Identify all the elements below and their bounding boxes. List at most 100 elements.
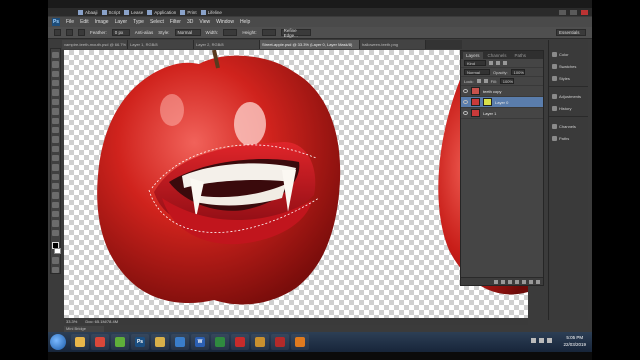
lock-pixels-icon[interactable] xyxy=(476,79,481,83)
network-icon[interactable] xyxy=(531,338,536,343)
layer-row[interactable]: teeth copy xyxy=(461,86,543,97)
marquee-tool-icon[interactable] xyxy=(54,29,61,36)
type-tool-icon[interactable] xyxy=(52,192,59,199)
bookmark-item[interactable]: Script xyxy=(101,9,120,15)
menu-view[interactable]: View xyxy=(199,19,210,25)
layer-mask-thumbnail[interactable] xyxy=(483,98,492,106)
menu-3d[interactable]: 3D xyxy=(187,19,193,25)
doc-tab-active[interactable]: Street-apple.psd @ 33.3% (Layer 0, Layer… xyxy=(260,40,360,49)
bookmark-item[interactable]: Print xyxy=(180,9,197,15)
new-group-icon[interactable] xyxy=(522,279,526,284)
lock-position-icon[interactable] xyxy=(483,79,488,83)
style-select[interactable]: Normal xyxy=(174,29,201,36)
brush-tool-icon[interactable] xyxy=(52,117,59,124)
zoom-level[interactable]: 33.3% xyxy=(66,319,77,324)
fx-icon[interactable] xyxy=(501,279,505,284)
kind-filter-select[interactable]: Kind xyxy=(464,60,486,66)
menu-file[interactable]: File xyxy=(66,19,74,25)
taskbar-app-photos[interactable] xyxy=(251,334,269,350)
new-layer-icon[interactable] xyxy=(529,279,533,284)
taskbar-app-folder[interactable] xyxy=(151,334,169,350)
layer-row-selected[interactable]: Layer 0 xyxy=(461,97,543,108)
menu-help[interactable]: Help xyxy=(240,19,250,25)
marquee-tool-icon[interactable] xyxy=(52,61,59,68)
doc-tab[interactable]: Layer 1, RGB/8 xyxy=(128,40,194,49)
menu-window[interactable]: Window xyxy=(216,19,234,25)
pen-tool-icon[interactable] xyxy=(52,183,59,190)
add-selection-icon[interactable] xyxy=(78,29,85,36)
doc-tab[interactable]: vampire-teeth-mouth.psd @ 66.7% xyxy=(62,40,128,49)
dock-swatches[interactable]: Swatches xyxy=(549,60,588,72)
start-button[interactable] xyxy=(50,334,66,350)
bookmark-item[interactable]: Lease xyxy=(124,9,143,15)
close-button[interactable] xyxy=(581,10,588,15)
menu-image[interactable]: Image xyxy=(95,19,109,25)
minimize-button[interactable] xyxy=(559,10,566,15)
taskbar-app-chrome[interactable] xyxy=(91,334,109,350)
quick-select-tool-icon[interactable] xyxy=(52,80,59,87)
clone-stamp-tool-icon[interactable] xyxy=(52,126,59,134)
doc-tab[interactable]: Layer 2, RGB/8 xyxy=(194,40,260,49)
dock-adjustments[interactable]: Adjustments xyxy=(549,90,588,102)
blend-mode-select[interactable]: Normal xyxy=(464,69,490,75)
feather-input[interactable]: 0 px xyxy=(111,29,130,36)
zoom-tool-icon[interactable] xyxy=(52,229,59,237)
move-tool-icon[interactable] xyxy=(52,52,59,59)
workspace-select[interactable]: Essentials xyxy=(556,29,586,36)
taskbar-app-pdf[interactable] xyxy=(231,334,249,350)
menu-filter[interactable]: Filter xyxy=(170,19,181,25)
adjustment-layer-icon[interactable] xyxy=(515,279,519,284)
hand-tool-icon[interactable] xyxy=(52,220,59,227)
menu-select[interactable]: Select xyxy=(150,19,164,25)
eye-icon[interactable] xyxy=(463,111,468,115)
eye-icon[interactable] xyxy=(463,89,468,93)
quick-mask-icon[interactable] xyxy=(52,257,59,264)
menu-edit[interactable]: Edit xyxy=(80,19,89,25)
doc-tab[interactable]: halloween-teeth.png xyxy=(360,40,426,49)
eyedropper-tool-icon[interactable] xyxy=(52,98,59,106)
height-input[interactable] xyxy=(261,29,276,36)
menu-layer[interactable]: Layer xyxy=(115,19,128,25)
taskbar-app-explorer[interactable] xyxy=(71,334,89,350)
fill-input[interactable]: 100% xyxy=(499,78,514,84)
taskbar-app-excel[interactable] xyxy=(211,334,229,350)
screen-mode-icon[interactable] xyxy=(52,266,59,273)
lasso-tool-icon[interactable] xyxy=(52,70,59,78)
new-selection-icon[interactable] xyxy=(66,29,73,36)
eraser-tool-icon[interactable] xyxy=(52,145,59,152)
flag-icon[interactable] xyxy=(547,338,552,343)
bookmark-item[interactable]: Lifeline xyxy=(200,9,222,15)
maximize-button[interactable] xyxy=(570,10,577,15)
canvas[interactable] xyxy=(64,50,528,318)
trash-icon[interactable] xyxy=(536,279,540,284)
dodge-tool-icon[interactable] xyxy=(52,173,59,181)
path-select-tool-icon[interactable] xyxy=(52,201,59,209)
background-color-swatch[interactable] xyxy=(54,247,61,255)
layer-row[interactable]: Layer 1 xyxy=(461,108,543,119)
filter-pixel-icon[interactable] xyxy=(489,61,493,65)
taskbar-app-utorrent[interactable] xyxy=(111,334,129,350)
tab-layers[interactable]: Layers xyxy=(463,51,483,59)
taskbar-app-photoshop[interactable]: Ps xyxy=(131,334,149,350)
tab-paths[interactable]: Paths xyxy=(511,51,530,59)
taskbar-app-word[interactable]: W xyxy=(191,334,209,350)
crop-tool-icon[interactable] xyxy=(52,89,59,96)
clock[interactable]: 5:05 PM 22/03/2019 xyxy=(563,334,586,348)
menu-type[interactable]: Type xyxy=(133,19,144,25)
add-mask-icon[interactable] xyxy=(508,279,512,284)
blur-tool-icon[interactable] xyxy=(52,164,59,171)
dock-channels[interactable]: Channels xyxy=(549,120,588,132)
gradient-tool-icon[interactable] xyxy=(52,154,59,162)
bookmark-item[interactable]: Abaaji xyxy=(78,9,98,15)
taskbar-app-vlc[interactable] xyxy=(291,334,309,350)
refine-edge-button[interactable]: Refine Edge... xyxy=(280,28,311,38)
filter-adjust-icon[interactable] xyxy=(496,61,500,65)
volume-icon[interactable] xyxy=(539,338,544,343)
dock-color[interactable]: Color xyxy=(549,48,588,60)
dock-styles[interactable]: Styles xyxy=(549,72,588,84)
opacity-input[interactable]: 100% xyxy=(510,69,525,75)
history-brush-tool-icon[interactable] xyxy=(52,136,59,143)
filter-type-icon[interactable] xyxy=(503,61,507,65)
healing-tool-icon[interactable] xyxy=(52,108,59,115)
link-layers-icon[interactable] xyxy=(494,279,498,284)
